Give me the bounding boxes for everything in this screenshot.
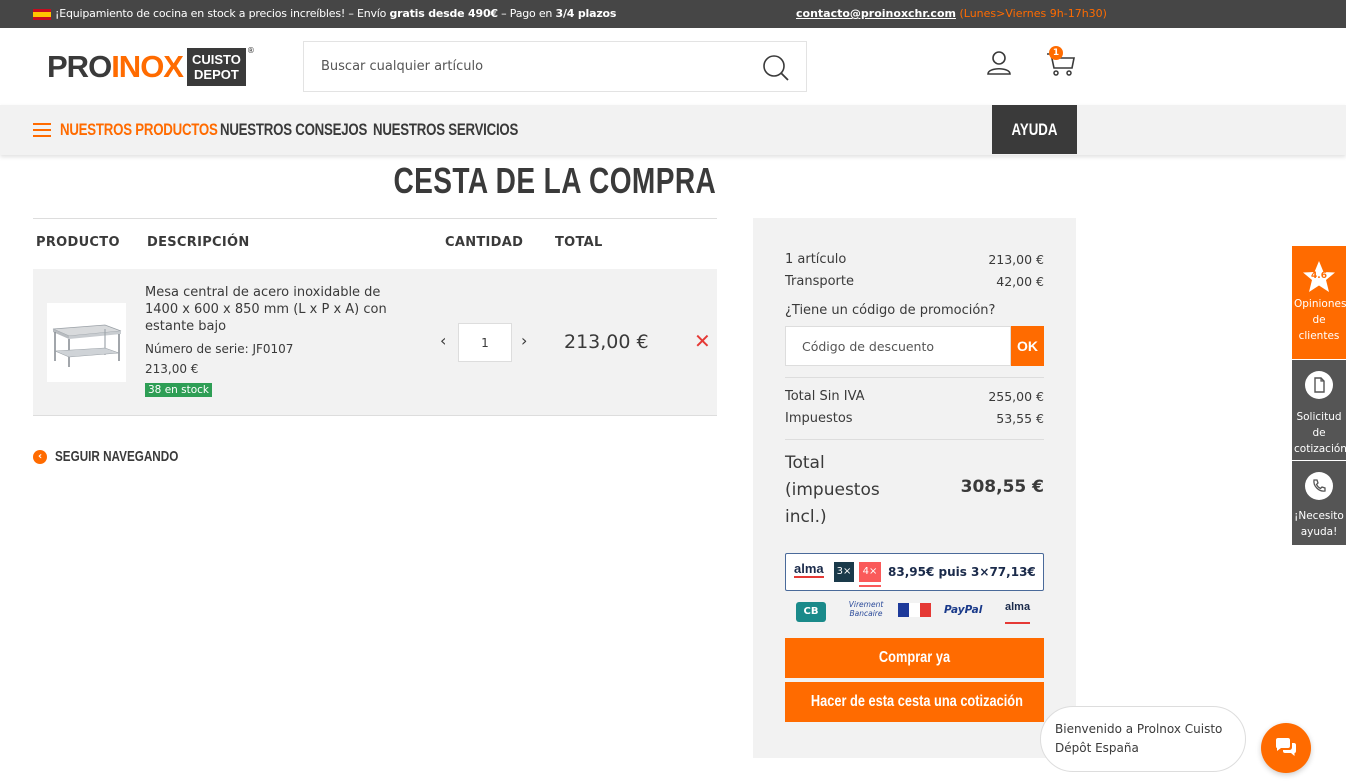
document-icon xyxy=(1305,371,1333,399)
page-title: CESTA DE LA COMPRA xyxy=(393,160,717,201)
summary-items: 1 artículo 213,00 € xyxy=(785,252,1044,267)
request-quote-button[interactable]: Hacer de esta cesta una cotización xyxy=(785,682,1044,722)
table-divider xyxy=(33,218,717,219)
continue-shopping-label: SEGUIR NAVEGANDO xyxy=(55,448,179,465)
summary-divider xyxy=(785,439,1044,440)
summary-shipping: Transporte 42,00 € xyxy=(785,274,1044,289)
search-bar xyxy=(303,41,807,92)
nav-help-button[interactable]: AYUDA xyxy=(992,105,1077,154)
star-icon: 4.6 xyxy=(1302,260,1336,294)
rating-value: 4.6 xyxy=(1311,271,1327,281)
promo-code-input[interactable] xyxy=(785,326,1011,366)
product-serial: Número de serie: JF0107 xyxy=(145,342,294,356)
cart-item-row: Mesa central de acero inoxidable de 1400… xyxy=(33,269,717,416)
user-account-icon[interactable] xyxy=(985,49,1013,77)
cb-card-icon: CB xyxy=(796,602,826,622)
search-input[interactable] xyxy=(304,42,744,91)
continue-shopping-link[interactable]: ‹ SEGUIR NAVEGANDO xyxy=(33,448,213,465)
payment-methods: CB Virement Bancaire PayPal alma xyxy=(793,600,1043,624)
help-label: ¡Necesito ayuda! xyxy=(1294,510,1344,538)
quote-label: Solicitud de cotización xyxy=(1294,411,1346,455)
top-banner: ¡Equipamiento de cocina en stock a preci… xyxy=(0,0,1346,28)
product-unit-price: 213,00 € xyxy=(145,362,199,376)
help-widget[interactable]: ¡Necesito ayuda! xyxy=(1292,461,1346,545)
hamburger-menu-icon[interactable] xyxy=(33,123,51,137)
chat-welcome-bubble[interactable]: Bienvenido a Prolnox Cuisto Dépôt España xyxy=(1040,706,1246,772)
line-total: 213,00 € xyxy=(564,331,649,353)
quantity-increase-button[interactable]: › xyxy=(521,331,527,350)
logo-inox: INOX xyxy=(111,49,184,84)
alma-3x-option[interactable]: 3× xyxy=(834,562,854,582)
buy-now-button[interactable]: Comprar ya xyxy=(785,638,1044,678)
back-arrow-icon: ‹ xyxy=(33,449,47,464)
alma-4x-option[interactable]: 4× xyxy=(859,562,881,587)
stock-badge: 38 en stock xyxy=(145,383,213,397)
summary-subtotal: Total Sin IVA 255,00 € xyxy=(785,389,1044,404)
alma-installments[interactable]: alma 3× 4× 83,95€ puis 3×77,13€ xyxy=(785,553,1044,591)
alma-payment-icon: alma xyxy=(1005,602,1031,624)
logo-cuisto-depot: CUISTO DEPOT xyxy=(186,48,246,86)
customer-reviews-widget[interactable]: 4.6 Opiniones de clientes xyxy=(1292,246,1346,359)
site-logo[interactable]: PRO INOX CUISTO DEPOT ® xyxy=(47,46,255,88)
order-summary: 1 artículo 213,00 € Transporte 42,00 € ¿Ti… xyxy=(753,218,1076,758)
paypal-icon: PayPal xyxy=(944,604,983,616)
quantity-input[interactable] xyxy=(458,323,512,362)
search-icon[interactable] xyxy=(762,54,790,82)
quote-request-widget[interactable]: Solicitud de cotización xyxy=(1292,360,1346,460)
spain-flag-icon xyxy=(33,9,51,20)
promo-message: ¡Equipamiento de cocina en stock a preci… xyxy=(55,7,617,20)
total-label: Total (impuestos incl.) xyxy=(785,453,880,527)
bank-transfer-icon: Virement Bancaire xyxy=(848,600,884,618)
cart-count-badge: 1 xyxy=(1049,46,1063,60)
header-product: PRODUCTO xyxy=(36,235,120,250)
main-nav: NUESTROS PRODUCTOS NUESTROS CONSEJOS NUE… xyxy=(0,105,1346,155)
chat-button[interactable] xyxy=(1261,723,1311,773)
alma-logo: alma xyxy=(794,561,824,578)
france-flag-icon xyxy=(898,603,931,617)
logo-registered: ® xyxy=(246,46,255,55)
apply-promo-button[interactable]: OK xyxy=(1011,326,1044,366)
remove-item-icon[interactable]: ✕ xyxy=(694,331,711,351)
alma-installment-text: 83,95€ puis 3×77,13€ xyxy=(888,565,1036,579)
nav-advice[interactable]: NUESTROS CONSEJOS xyxy=(220,120,367,140)
header-total: TOTAL xyxy=(555,235,603,250)
opening-hours: (Lunes>Viernes 9h-17h30) xyxy=(959,7,1107,20)
product-image[interactable] xyxy=(47,303,126,382)
product-title-link[interactable]: Mesa central de acero inoxidable de 1400… xyxy=(145,284,415,335)
logo-pro: PRO xyxy=(47,49,112,84)
quantity-decrease-button[interactable]: ‹ xyxy=(440,331,446,350)
contact-email-link[interactable]: contacto@proinoxchr.com xyxy=(796,7,956,20)
header-quantity: CANTIDAD xyxy=(445,235,524,250)
chat-bubbles-icon xyxy=(1276,738,1296,756)
phone-icon xyxy=(1305,472,1333,500)
header-description: DESCRIPCIÓN xyxy=(147,235,250,250)
total-value: 308,55 € xyxy=(960,477,1044,497)
steel-table-illustration xyxy=(52,324,122,367)
summary-divider xyxy=(785,377,1044,378)
summary-tax: Impuestos 53,55 € xyxy=(785,411,1044,426)
promo-question: ¿Tiene un código de promoción? xyxy=(785,303,996,318)
reviews-label: Opiniones de clientes xyxy=(1294,298,1346,342)
nav-services[interactable]: NUESTROS SERVICIOS xyxy=(373,120,518,140)
contact-info: contacto@proinoxchr.com (Lunes>Viernes 9… xyxy=(796,7,1107,20)
nav-products[interactable]: NUESTROS PRODUCTOS xyxy=(60,120,218,140)
nav-help-label: AYUDA xyxy=(1011,120,1058,139)
